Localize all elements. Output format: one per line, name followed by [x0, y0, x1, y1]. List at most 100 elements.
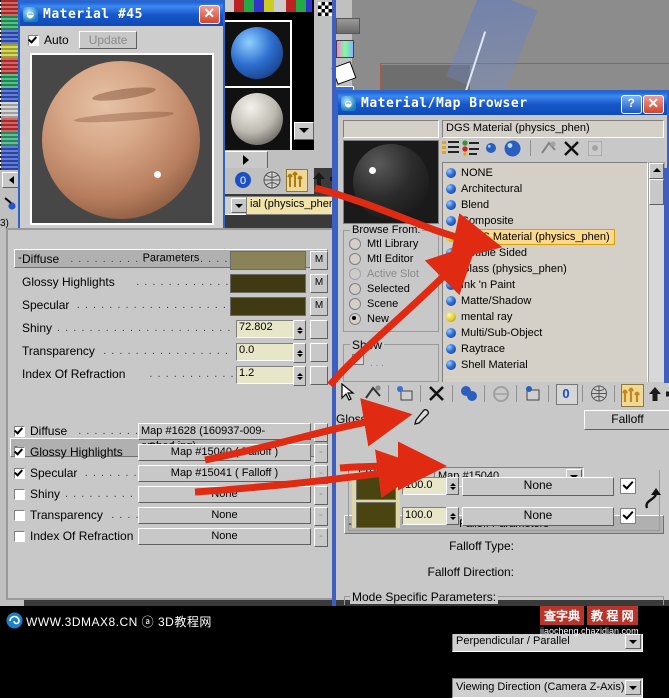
radio-icon[interactable] [349, 267, 361, 280]
small-icons-view-icon[interactable] [486, 143, 497, 154]
material-preview-image[interactable] [30, 53, 214, 225]
shader-extra-button[interactable]: - [314, 486, 328, 505]
shader-checkbox[interactable] [14, 489, 25, 500]
viewport[interactable] [352, 0, 669, 95]
front-map-button[interactable]: None [462, 477, 614, 496]
zero-button-icon[interactable]: 0 [556, 384, 578, 405]
front-map-enable-checkbox[interactable] [620, 478, 636, 494]
material-list-item[interactable]: Multi/Sub-Object [443, 325, 647, 341]
browser-preview-name-field[interactable] [343, 120, 439, 138]
gradient-icon[interactable] [336, 40, 354, 58]
browser-titlebar[interactable]: ◒ Material/Map Browser ? ✕ [338, 92, 667, 115]
map-button[interactable]: M [310, 251, 328, 270]
close-icon[interactable]: ✕ [643, 95, 664, 114]
radio-icon[interactable] [349, 282, 361, 295]
shader-checkbox[interactable] [14, 531, 25, 542]
material-name-field[interactable]: ial (physics_phen) [246, 196, 344, 215]
make-unique-icon[interactable] [396, 385, 414, 402]
put-to-library-icon[interactable] [460, 385, 478, 402]
map-button[interactable] [310, 366, 328, 385]
update-button[interactable]: Update [78, 31, 138, 49]
side-map-enable-checkbox[interactable] [620, 508, 636, 524]
globe-icon[interactable] [262, 170, 282, 190]
material-list-item[interactable]: Composite [443, 213, 647, 229]
list-icons-view-icon[interactable] [462, 140, 479, 156]
browse-from-option[interactable]: Scene [349, 296, 439, 311]
color-swatch[interactable] [230, 274, 306, 293]
material-list-item[interactable]: Raytrace [443, 341, 647, 357]
radio-icon[interactable] [349, 312, 361, 325]
go-to-parent-icon[interactable] [646, 385, 664, 403]
sample-slot-sphere[interactable] [222, 86, 292, 154]
pick-material-icon[interactable] [3, 196, 17, 210]
material-list-item[interactable]: Shell Material [443, 357, 647, 373]
material-list-item[interactable]: mental ray [443, 309, 647, 325]
radio-icon[interactable] [349, 237, 361, 250]
shader-extra-button[interactable]: - [314, 528, 328, 547]
list-view-icon[interactable] [442, 140, 459, 156]
front-amount-spinner[interactable] [446, 477, 459, 495]
slot-next-button[interactable] [224, 151, 268, 169]
shader-checkbox[interactable] [14, 447, 25, 458]
chevron-down-icon[interactable] [625, 634, 641, 649]
falloff-direction-combo[interactable]: Viewing Direction (Camera Z-Axis) [452, 678, 643, 698]
show-end-result-icon[interactable] [286, 169, 308, 192]
shader-checkbox[interactable] [14, 510, 25, 521]
material-list-item[interactable]: Ink 'n Paint [443, 277, 647, 293]
shader-map-button[interactable]: None [138, 507, 311, 524]
chevron-down-icon[interactable] [231, 198, 247, 213]
value-spinner[interactable] [293, 320, 306, 340]
slot-scroll-down-button[interactable] [294, 122, 314, 140]
swap-arrow-icon[interactable] [642, 486, 664, 512]
map-button[interactable]: M [310, 274, 328, 293]
chevron-down-icon[interactable] [625, 680, 641, 695]
material-list-item[interactable]: Double Sided [443, 245, 647, 261]
radio-icon[interactable] [349, 252, 361, 265]
map-button[interactable]: M [310, 297, 328, 316]
shader-map-button[interactable]: Map #15040 ( Falloff ) [138, 444, 311, 461]
shader-checkbox[interactable] [14, 468, 25, 479]
side-color-swatch[interactable] [356, 502, 396, 528]
material-list-item[interactable]: Glass (physics_phen) [443, 261, 647, 277]
material-preview-window[interactable]: ◒ Material #45 ✕ Auto Update [18, 0, 225, 232]
material-list-item[interactable]: NONE [443, 165, 647, 181]
value-spinner[interactable] [293, 343, 306, 363]
radio-icon[interactable] [349, 297, 361, 310]
help-icon[interactable]: ? [621, 95, 642, 114]
value-field[interactable]: 0.0 [236, 343, 295, 361]
material-list-scrollbar[interactable] [648, 162, 665, 386]
reset-map-icon[interactable] [364, 385, 382, 402]
side-amount-spinner[interactable] [446, 507, 459, 525]
value-spinner[interactable] [293, 366, 306, 386]
color-swatch[interactable] [230, 251, 306, 270]
falloff-editor-toolbar[interactable]: 0 [338, 382, 669, 407]
browse-from-option[interactable]: New [349, 311, 439, 326]
front-amount-field[interactable]: 100.0 [402, 477, 449, 495]
browser-selected-name-field[interactable]: DGS Material (physics_phen) [442, 120, 664, 138]
shader-extra-button[interactable]: - [314, 423, 328, 442]
show-end-result-icon[interactable] [621, 384, 644, 407]
browse-from-options[interactable]: Mtl Library Mtl Editor Active Slot Selected… [349, 236, 439, 326]
material-preview-titlebar[interactable]: ◒ Material #45 ✕ [20, 2, 223, 26]
map-button[interactable] [310, 320, 328, 339]
grayscale-icon[interactable] [336, 18, 360, 34]
material-list-item[interactable]: Blend [443, 197, 647, 213]
map-button[interactable] [310, 343, 328, 362]
value-field[interactable]: 1.2 [236, 366, 295, 384]
front-color-swatch[interactable] [356, 474, 396, 500]
shader-map-button[interactable]: Map #1628 (160937-009-embed.jpg) [138, 423, 311, 452]
side-map-button[interactable]: None [462, 507, 614, 526]
material-map-browser-window[interactable]: ◒ Material/Map Browser ? ✕ DGS Material … [336, 90, 669, 390]
large-icons-view-icon[interactable] [504, 140, 521, 157]
shader-extra-button[interactable]: - [314, 507, 328, 526]
globe-icon[interactable] [590, 385, 608, 402]
material-list-item[interactable]: DGS Material (physics_phen) [443, 229, 647, 245]
sample-slot-sphere[interactable] [222, 20, 292, 88]
delete-icon[interactable] [564, 141, 579, 156]
material-list[interactable]: NONE Architectural Blend Composite DGS Mater… [442, 162, 648, 386]
browser-toolbar[interactable] [442, 139, 662, 159]
shader-map-button[interactable]: None [138, 528, 311, 545]
shader-map-button[interactable]: Map #15041 ( Falloff ) [138, 465, 311, 482]
browse-from-option[interactable]: Mtl Editor [349, 251, 439, 266]
show-materials-checkbox[interactable] [352, 354, 364, 365]
